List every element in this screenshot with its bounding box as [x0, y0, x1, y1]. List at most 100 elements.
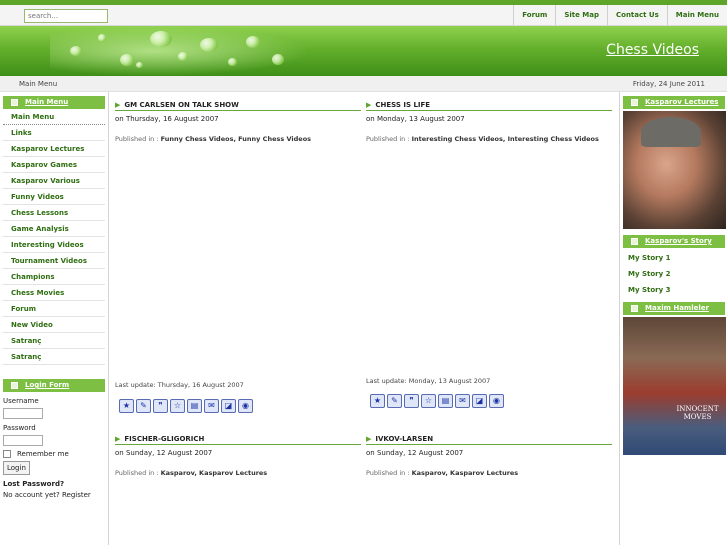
favorite-star-icon[interactable]: ☆	[421, 394, 436, 408]
site-title-link[interactable]: Chess Videos	[606, 42, 699, 58]
top-nav: Forum Site Map Contact Us Main Menu	[513, 5, 727, 25]
banner-leaf-image	[50, 26, 310, 76]
topnav-mainmenu-link[interactable]: Main Menu	[666, 5, 727, 25]
search-input[interactable]	[24, 9, 108, 23]
story-menu: My Story 1 My Story 2 My Story 3	[620, 250, 727, 298]
menu-item-satranc-2[interactable]: Satranç	[3, 349, 105, 365]
remember-me-label: Remember me	[17, 450, 69, 458]
article-published: Published in : Kasparov, Kasparov Lectur…	[366, 469, 519, 477]
menu-item-funny-videos[interactable]: Funny Videos	[3, 189, 105, 205]
article-title[interactable]: ▶ FISCHER-GLIGORICH	[115, 434, 361, 445]
article-category-link[interactable]: Interesting Chess Videos, Interesting Ch…	[412, 135, 599, 143]
article-title[interactable]: ▶ GM CARLSEN ON TALK SHOW	[115, 100, 361, 111]
article-card: ▶ FISCHER-GLIGORICH on Sunday, 12 August …	[115, 434, 361, 484]
login-form-title[interactable]: Login Form	[25, 379, 69, 392]
password-label: Password	[3, 424, 36, 432]
menu-item-game-analysis[interactable]: Game Analysis	[3, 221, 105, 237]
main-menu-header: Main Menu	[3, 96, 105, 109]
article-last-update: Last update: Monday, 13 August 2007	[366, 377, 491, 385]
movie-header: Maxim Hamleler	[623, 302, 725, 315]
remember-me-row: Remember me	[3, 450, 105, 458]
movie-title[interactable]: Maxim Hamleler	[645, 302, 709, 315]
kasparov-photo[interactable]	[623, 111, 726, 229]
left-sidebar: Main Menu Main Menu Links Kasparov Lectu…	[0, 92, 109, 545]
topnav-forum-link[interactable]: Forum	[513, 5, 555, 25]
article-date: on Monday, 13 August 2007	[366, 115, 465, 123]
main-menu: Main Menu Links Kasparov Lectures Kaspar…	[0, 109, 108, 365]
topnav-contact-link[interactable]: Contact Us	[607, 5, 667, 25]
share-icons: ★ ✎ ❞ ☆ ▤ ✉ ◪ ◉	[119, 399, 253, 413]
menu-item-kasparov-lectures[interactable]: Kasparov Lectures	[3, 141, 105, 157]
delicious-icon[interactable]: ◪	[221, 399, 236, 413]
story-item-3[interactable]: My Story 3	[623, 282, 725, 298]
menu-item-champions[interactable]: Champions	[3, 269, 105, 285]
box-bullet-icon	[11, 99, 18, 106]
arrow-icon: ▶	[115, 100, 121, 109]
box-bullet-icon	[11, 382, 18, 389]
article-title[interactable]: ▶ IVKOV-LARSEN	[366, 434, 612, 445]
menu-item-forum[interactable]: Forum	[3, 301, 105, 317]
story-item-2[interactable]: My Story 2	[623, 266, 725, 282]
share-icon[interactable]: ❞	[153, 399, 168, 413]
password-field[interactable]	[3, 435, 43, 446]
menu-item-links[interactable]: Links	[3, 125, 105, 141]
kasparov-lectures-title[interactable]: Kasparov Lectures	[645, 96, 718, 109]
article-card: ▶ IVKOV-LARSEN on Sunday, 12 August 2007 …	[366, 434, 612, 484]
right-sidebar: Kasparov Lectures Kasparov's Story My St…	[619, 92, 727, 545]
stumble-icon[interactable]: ◉	[238, 399, 253, 413]
menu-item-main-menu[interactable]: Main Menu	[3, 109, 105, 125]
article-published: Published in : Kasparov, Kasparov Lectur…	[115, 469, 268, 477]
article-title[interactable]: ▶ CHESS IS LIFE	[366, 100, 612, 111]
bookmark-star-icon[interactable]: ★	[119, 399, 134, 413]
arrow-icon: ▶	[366, 434, 372, 443]
delicious-icon[interactable]: ◪	[472, 394, 487, 408]
kasparov-story-header: Kasparov's Story	[623, 235, 725, 248]
email-icon[interactable]: ✉	[455, 394, 470, 408]
article-date: on Thursday, 16 August 2007	[115, 115, 219, 123]
menu-item-tournament-videos[interactable]: Tournament Videos	[3, 253, 105, 269]
login-button[interactable]: Login	[3, 461, 30, 475]
topnav-sitemap-link[interactable]: Site Map	[555, 5, 607, 25]
login-form: Username Password Remember me Login Lost…	[3, 397, 105, 499]
box-bullet-icon	[631, 305, 638, 312]
menu-item-new-video[interactable]: New Video	[3, 317, 105, 333]
menu-item-chess-movies[interactable]: Chess Movies	[3, 285, 105, 301]
article-category-link[interactable]: Kasparov, Kasparov Lectures	[161, 469, 268, 477]
article-card: ▶ GM CARLSEN ON TALK SHOW on Thursday, 16…	[115, 100, 361, 420]
article-category-link[interactable]: Kasparov, Kasparov Lectures	[412, 469, 519, 477]
menu-item-satranc-1[interactable]: Satranç	[3, 333, 105, 349]
favorite-star-icon[interactable]: ☆	[170, 399, 185, 413]
menu-item-kasparov-various[interactable]: Kasparov Various	[3, 173, 105, 189]
menu-item-interesting-videos[interactable]: Interesting Videos	[3, 237, 105, 253]
story-item-1[interactable]: My Story 1	[623, 250, 725, 266]
header-banner: Chess Videos	[0, 26, 727, 76]
stumble-icon[interactable]: ◉	[489, 394, 504, 408]
register-link[interactable]: No account yet? Register	[3, 491, 105, 499]
kasparov-story-title[interactable]: Kasparov's Story	[645, 235, 712, 248]
movie-poster-text: INNOCENT MOVES	[676, 405, 719, 421]
box-bullet-icon	[631, 99, 638, 106]
main-content: ▶ GM CARLSEN ON TALK SHOW on Thursday, 16…	[110, 92, 619, 545]
article-published: Published in : Interesting Chess Videos,…	[366, 135, 599, 143]
top-bar: Forum Site Map Contact Us Main Menu	[0, 0, 727, 26]
arrow-icon: ▶	[366, 100, 372, 109]
share-icon[interactable]: ❞	[404, 394, 419, 408]
username-field[interactable]	[3, 408, 43, 419]
print-icon[interactable]: ▤	[187, 399, 202, 413]
breadcrumb-bar: Main Menu Friday, 24 June 2011	[0, 76, 727, 92]
print-icon[interactable]: ▤	[438, 394, 453, 408]
movie-poster[interactable]: INNOCENT MOVES	[623, 317, 726, 455]
username-label: Username	[3, 397, 39, 405]
lost-password-link[interactable]: Lost Password?	[3, 480, 105, 488]
menu-item-chess-lessons[interactable]: Chess Lessons	[3, 205, 105, 221]
article-card: ▶ CHESS IS LIFE on Monday, 13 August 2007…	[366, 100, 612, 420]
remember-me-checkbox[interactable]	[3, 450, 11, 458]
menu-item-kasparov-games[interactable]: Kasparov Games	[3, 157, 105, 173]
comment-icon[interactable]: ✎	[387, 394, 402, 408]
article-category-link[interactable]: Funny Chess Videos, Funny Chess Videos	[161, 135, 311, 143]
main-menu-title[interactable]: Main Menu	[25, 96, 68, 109]
bookmark-star-icon[interactable]: ★	[370, 394, 385, 408]
comment-icon[interactable]: ✎	[136, 399, 151, 413]
share-icons: ★ ✎ ❞ ☆ ▤ ✉ ◪ ◉	[370, 394, 504, 408]
email-icon[interactable]: ✉	[204, 399, 219, 413]
